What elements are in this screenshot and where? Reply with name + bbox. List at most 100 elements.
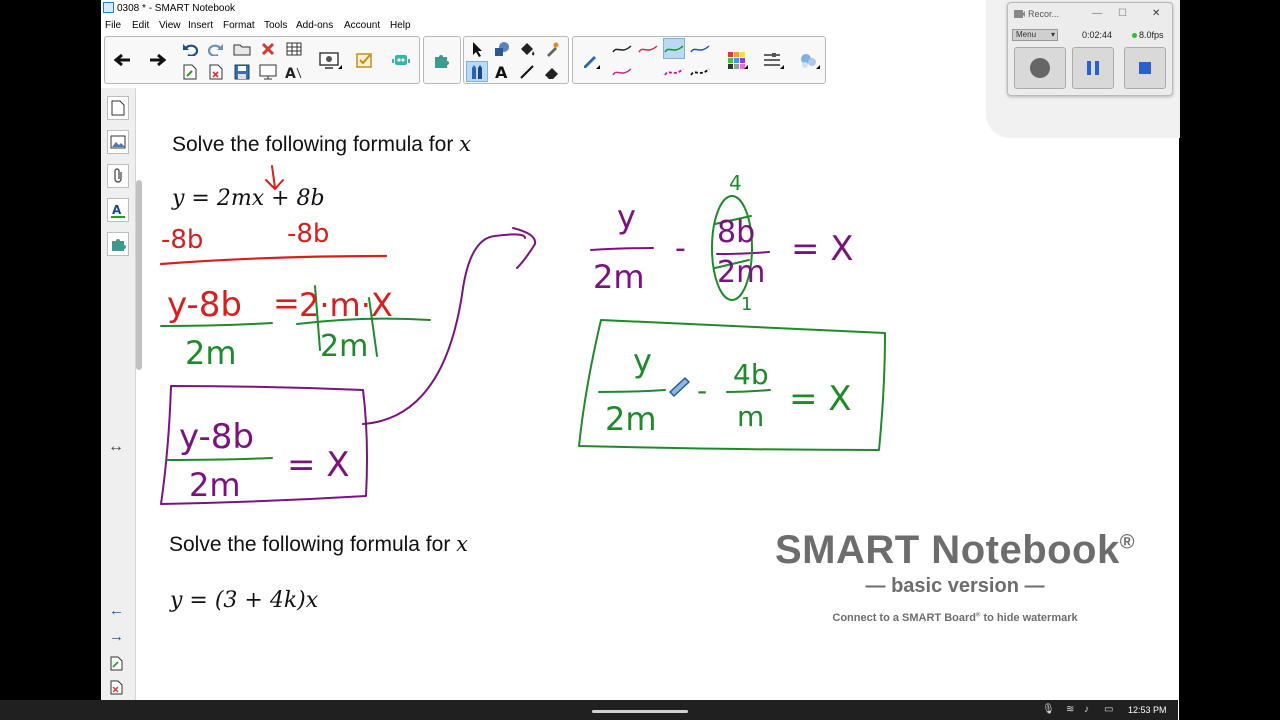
pens-icon: [472, 64, 482, 79]
display-button[interactable]: [315, 49, 343, 70]
delete-button[interactable]: [257, 38, 279, 59]
effects-button[interactable]: [795, 49, 821, 70]
menu-view[interactable]: View: [159, 20, 181, 31]
folder-icon: [233, 44, 251, 55]
recorder-menu-dropdown[interactable]: Menu ▾: [1012, 29, 1058, 41]
magic-pen-button[interactable]: [541, 38, 563, 59]
pen-type-button[interactable]: [579, 49, 601, 70]
menu-help[interactable]: Help: [390, 20, 411, 31]
menu-insert[interactable]: Insert: [188, 20, 213, 31]
menu-tools[interactable]: Tools: [264, 20, 287, 31]
text-recognition-button[interactable]: A: [283, 61, 305, 82]
ink-boxed-num: y-8b: [179, 417, 254, 457]
eraser-tool-button[interactable]: [541, 61, 563, 82]
ink-split-8b: 8b: [717, 215, 755, 250]
microphone-icon[interactable]: 🎙: [1042, 704, 1055, 715]
text-tool-button[interactable]: A: [491, 61, 513, 82]
pen-style-black[interactable]: [611, 38, 633, 59]
table-icon: [286, 42, 302, 55]
recorder-maximize-button[interactable]: ☐: [1118, 8, 1127, 19]
ink-sub-right: -8b: [287, 219, 329, 249]
undo-icon: [183, 43, 198, 56]
ink-step1-den-left: 2m: [185, 334, 237, 372]
activity-builder-button[interactable]: [351, 49, 379, 70]
panel-scrollbar[interactable]: [136, 180, 142, 370]
bubbles-icon: [801, 53, 816, 68]
table-button[interactable]: [283, 38, 305, 59]
menu-edit[interactable]: Edit: [132, 20, 149, 31]
save-button[interactable]: [231, 61, 253, 82]
battery-icon[interactable]: ▭: [1104, 704, 1113, 715]
ink-final-y: y: [633, 342, 652, 380]
record-button[interactable]: [1014, 47, 1066, 89]
pen-style-dashed-black[interactable]: [689, 61, 711, 82]
ink-split-eq: = X: [791, 229, 854, 269]
taskbar-home-indicator[interactable]: [592, 710, 688, 713]
attachments-button[interactable]: [107, 164, 129, 188]
dropdown-corner-icon: [816, 65, 820, 69]
select-tool-button[interactable]: [466, 38, 488, 59]
redo-button[interactable]: [205, 38, 227, 59]
previous-page-button[interactable]: [111, 49, 133, 70]
watermark-note: Connect to a SMART Board® to hide waterm…: [832, 612, 1078, 624]
ink-split-2m: 2m: [593, 258, 645, 296]
lesson-activity-button[interactable]: [387, 49, 415, 70]
stop-icon: [1139, 62, 1151, 74]
delete-page-button[interactable]: [205, 61, 227, 82]
fps-status-dot: [1132, 33, 1137, 39]
panel-resize-icon[interactable]: ↔: [108, 438, 124, 456]
pens-tool-button[interactable]: [466, 61, 488, 82]
line-style-button[interactable]: [759, 49, 785, 70]
panel-delete-page-icon[interactable]: [110, 680, 123, 700]
whiteboard-canvas[interactable]: Solve the following formula for x y = 2m…: [145, 88, 1179, 700]
menu-file[interactable]: File: [105, 20, 121, 31]
ink-final-minus: -: [697, 374, 707, 407]
properties-button[interactable]: A: [107, 198, 129, 222]
menu-account[interactable]: Account: [344, 20, 380, 31]
screen-shade-button[interactable]: [257, 61, 279, 82]
menu-format[interactable]: Format: [223, 20, 255, 31]
line-icon: [520, 64, 534, 79]
volume-icon[interactable]: ♪: [1084, 704, 1089, 715]
menu-addons[interactable]: Add-ons: [296, 20, 333, 31]
gallery-button[interactable]: [107, 130, 129, 154]
window-title: 0308 * - SMART Notebook: [117, 3, 236, 14]
next-page-button[interactable]: [147, 49, 169, 70]
addons-button[interactable]: [431, 49, 453, 70]
shapes-tool-button[interactable]: [491, 38, 513, 59]
svg-text:A: A: [112, 203, 122, 217]
addons-panel-button[interactable]: [107, 232, 129, 256]
stroke-red-icon: [638, 44, 658, 52]
screen-icon: [259, 64, 277, 79]
pen-style-green[interactable]: [663, 38, 685, 59]
panel-previous-button[interactable]: ←: [109, 602, 124, 619]
fill-tool-button[interactable]: [516, 38, 538, 59]
toolbar-group-pen-properties: [572, 36, 826, 84]
recorder-close-button[interactable]: ✕: [1152, 8, 1160, 19]
pen-style-dashed-magenta[interactable]: [663, 61, 685, 82]
recorder-title: Recor...: [1028, 9, 1060, 19]
line-tool-button[interactable]: [516, 61, 538, 82]
color-palette-button[interactable]: [723, 49, 749, 70]
add-page-button[interactable]: [179, 61, 201, 82]
ink-cancel-bottom: 1: [741, 294, 752, 315]
dropdown-corner-icon: [338, 65, 342, 69]
stop-button[interactable]: [1124, 47, 1166, 89]
panel-next-button[interactable]: →: [109, 628, 124, 645]
page-sorter-button[interactable]: [107, 96, 129, 120]
pen-style-magenta[interactable]: [611, 61, 633, 82]
pen-style-red[interactable]: [637, 38, 659, 59]
recorder-minimize-button[interactable]: —: [1092, 8, 1102, 19]
ink-step1-eq: =: [273, 284, 300, 322]
text-icon: A: [495, 64, 508, 80]
panel-add-page-icon[interactable]: [110, 656, 123, 676]
pen-style-blue[interactable]: [689, 38, 711, 59]
text-a-icon: A: [285, 66, 302, 80]
taskbar-clock[interactable]: 12:53 PM: [1128, 705, 1167, 715]
wifi-icon[interactable]: ≋: [1066, 704, 1074, 715]
page-delete-icon: [209, 64, 223, 79]
dropdown-corner-icon: [596, 65, 600, 69]
open-file-button[interactable]: [231, 38, 253, 59]
pause-button[interactable]: [1072, 47, 1114, 89]
undo-button[interactable]: [179, 38, 201, 59]
